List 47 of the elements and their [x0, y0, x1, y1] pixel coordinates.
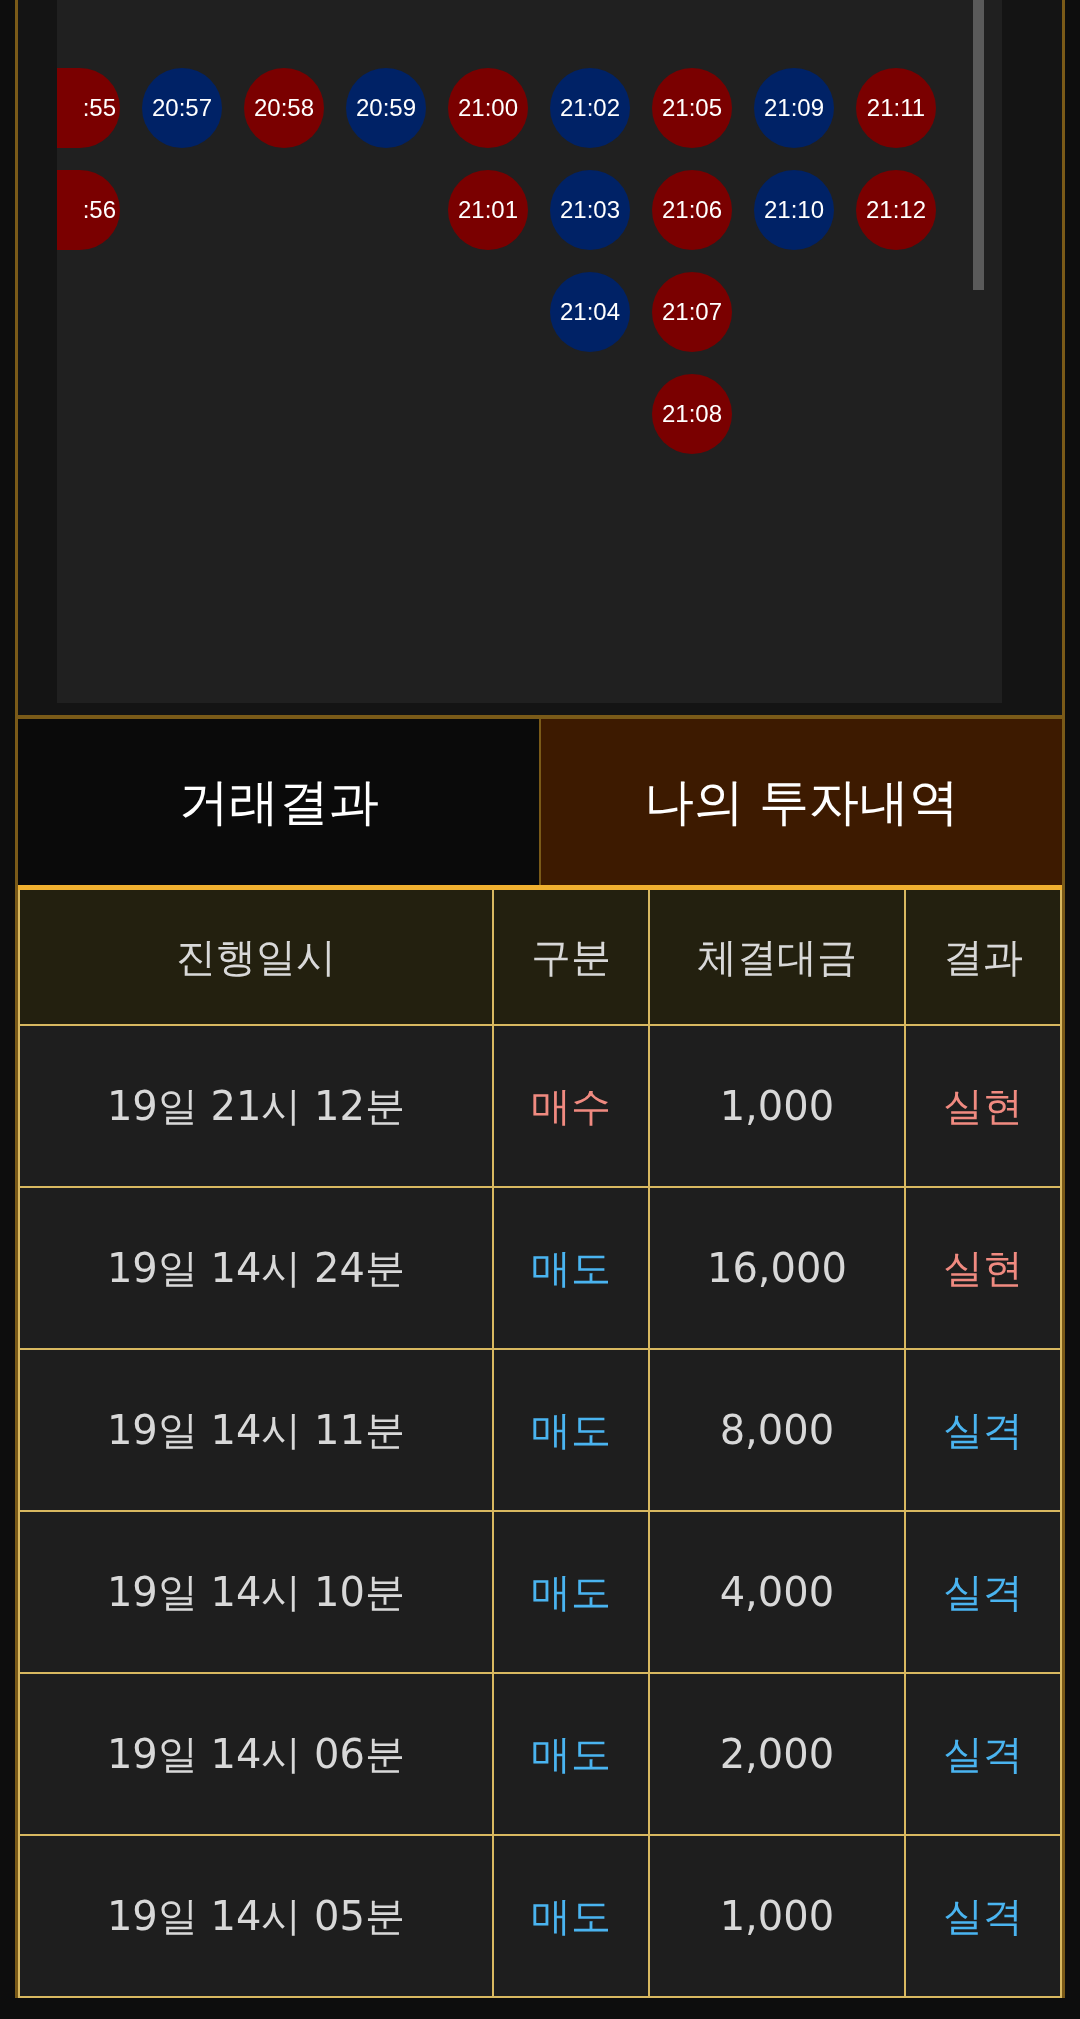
- table-cell: 16,000: [648, 1187, 905, 1349]
- table-cell: 1,000: [648, 1025, 905, 1187]
- table-cell: 매도: [492, 1187, 649, 1349]
- table-cell: 실현: [904, 1025, 1061, 1187]
- table-cell: 실격: [904, 1349, 1061, 1511]
- tab[interactable]: 나의 투자내역: [539, 719, 1062, 885]
- time-circle: 21:02: [550, 68, 630, 148]
- table-cell: 매도: [492, 1511, 649, 1673]
- table-cell: 2,000: [648, 1673, 905, 1835]
- scrollbar[interactable]: [973, 0, 984, 290]
- time-circle: 21:08: [652, 374, 732, 454]
- table-cell: 실현: [904, 1187, 1061, 1349]
- table-cell: 매도: [492, 1835, 649, 1997]
- table-cell: 매도: [492, 1349, 649, 1511]
- column-header: 체결대금: [648, 887, 905, 1025]
- table-cell: 19일 14시 06분: [19, 1673, 493, 1835]
- table-cell: 19일 14시 24분: [19, 1187, 493, 1349]
- table-cell: 실격: [904, 1511, 1061, 1673]
- time-circle: 21:12: [856, 170, 936, 250]
- time-circle: 21:04: [550, 272, 630, 352]
- table-cell: 1,000: [648, 1835, 905, 1997]
- table-cell: 19일 14시 10분: [19, 1511, 493, 1673]
- table-cell: 매수: [492, 1025, 649, 1187]
- time-circle: 21:09: [754, 68, 834, 148]
- table-cell: 매도: [492, 1673, 649, 1835]
- time-circle: 20:59: [346, 68, 426, 148]
- time-circle: 21:06: [652, 170, 732, 250]
- table-cell: 19일 21시 12분: [19, 1025, 493, 1187]
- time-circle: 21:00: [448, 68, 528, 148]
- time-circle: 21:01: [448, 170, 528, 250]
- table-cell: 19일 14시 05분: [19, 1835, 493, 1997]
- time-circle: 20:58: [244, 68, 324, 148]
- table-cell: 19일 14시 11분: [19, 1349, 493, 1511]
- table-cell: 8,000: [648, 1349, 905, 1511]
- time-circle: 21:07: [652, 272, 732, 352]
- tab[interactable]: 거래결과: [18, 719, 539, 885]
- time-circle: 21:05: [652, 68, 732, 148]
- time-circle: 21:03: [550, 170, 630, 250]
- time-circle: 21:10: [754, 170, 834, 250]
- table-cell: 4,000: [648, 1511, 905, 1673]
- time-circle: 20:57: [142, 68, 222, 148]
- time-circle: 21:11: [856, 68, 936, 148]
- column-header: 구분: [492, 887, 649, 1025]
- table-cell: 실격: [904, 1673, 1061, 1835]
- column-header: 진행일시: [19, 887, 493, 1025]
- table-cell: 실격: [904, 1835, 1061, 1997]
- column-header: 결과: [904, 887, 1061, 1025]
